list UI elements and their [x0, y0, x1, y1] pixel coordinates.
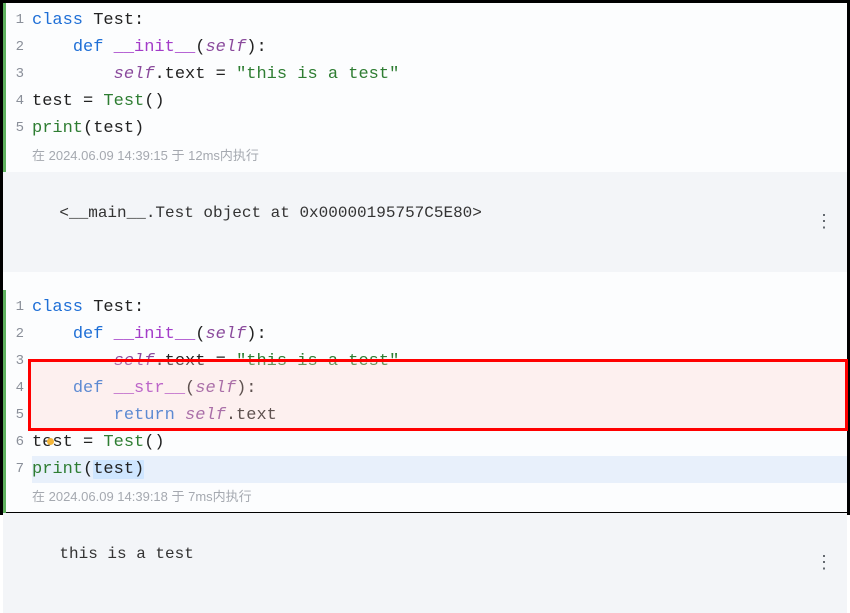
execution-timestamp: 在 2024.06.09 14:39:15 于 12ms内执行	[32, 144, 847, 172]
output-menu-icon[interactable]: ⋮	[815, 552, 833, 574]
code-content[interactable]: class Test: def __init__(self): self.tex…	[32, 3, 847, 144]
output-text: <__main__.Test object at 0x00000195757C5…	[59, 204, 481, 222]
code-cell-2[interactable]: 1234567 class Test: def __init__(self): …	[3, 290, 847, 513]
code-cell-1[interactable]: 12345 class Test: def __init__(self): se…	[3, 3, 847, 172]
output-menu-icon[interactable]: ⋮	[815, 211, 833, 233]
output-cell-2: this is a test ⋮	[3, 513, 847, 613]
notebook-frame: 12345 class Test: def __init__(self): se…	[0, 0, 850, 515]
execution-timestamp: 在 2024.06.09 14:39:18 于 7ms内执行	[32, 485, 847, 513]
output-text: this is a test	[59, 545, 193, 563]
output-cell-1: <__main__.Test object at 0x00000195757C5…	[3, 172, 847, 272]
line-gutter: 12345	[6, 3, 28, 142]
code-content[interactable]: class Test: def __init__(self): self.tex…	[32, 290, 847, 485]
line-gutter: 1234567	[6, 290, 28, 483]
breakpoint-dot-icon[interactable]	[47, 438, 54, 445]
cell-spacer	[3, 272, 847, 290]
